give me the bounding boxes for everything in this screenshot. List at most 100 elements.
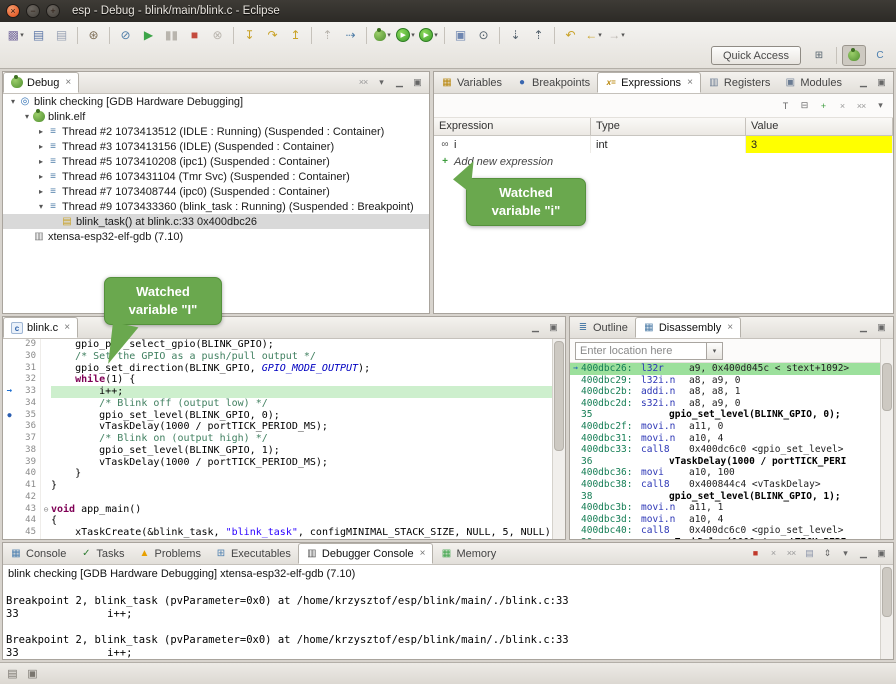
resume-icon[interactable]: ▶ bbox=[138, 25, 159, 46]
console-output[interactable]: Breakpoint 2, blink_task (pvParameter=0x… bbox=[3, 582, 880, 659]
code-line[interactable]: 31 gpio_set_direction(BLINK_GPIO, GPIO_M… bbox=[3, 363, 552, 375]
code-line[interactable]: 38 gpio_set_level(BLINK_GPIO, 1); bbox=[3, 445, 552, 457]
console-scrollbar[interactable] bbox=[880, 565, 893, 659]
new-wizard-icon[interactable]: ▩▾ bbox=[5, 25, 26, 46]
editor-scrollbar[interactable] bbox=[552, 339, 565, 539]
expression-row[interactable]: ∞iint3 bbox=[434, 136, 893, 153]
suspend-icon[interactable]: ▮▮ bbox=[161, 25, 182, 46]
expander-icon[interactable]: ▾ bbox=[35, 202, 47, 211]
add-expression-icon[interactable]: + bbox=[815, 98, 831, 114]
trim-widget-icon[interactable]: ▣ bbox=[24, 666, 40, 682]
tab-variables[interactable]: ▦Variables bbox=[434, 72, 509, 93]
fold-marker-icon[interactable]: ⊖ bbox=[40, 504, 51, 516]
quick-access-button[interactable]: Quick Access bbox=[711, 46, 801, 65]
code-line[interactable]: 37 /* Blink on (output high) */ bbox=[3, 433, 552, 445]
step-return-icon[interactable]: ↥ bbox=[285, 25, 306, 46]
maximize-button[interactable]: + bbox=[46, 4, 60, 18]
disassembly-row[interactable]: 35gpio_set_level(BLINK_GPIO, 0); bbox=[570, 409, 880, 421]
disassembly-row[interactable]: 400dbc29:l32i.na8, a9, 0 bbox=[570, 375, 880, 387]
console-scrollbar-thumb[interactable] bbox=[882, 567, 892, 617]
remove-expression-icon[interactable]: × bbox=[834, 98, 850, 114]
disassembly-row[interactable]: 400dbc3d:movi.na10, 4 bbox=[570, 514, 880, 526]
disassembly-row[interactable]: →400dbc26:l32ra9, 0x400d045c < stext+109… bbox=[570, 363, 880, 375]
forward-icon[interactable]: →▾ bbox=[606, 25, 627, 46]
code-line[interactable]: 29 gpio_pad_select_gpio(BLINK_GPIO); bbox=[3, 339, 552, 351]
close-icon[interactable]: × bbox=[65, 77, 71, 88]
expander-icon[interactable]: ▾ bbox=[21, 112, 33, 121]
disassembly-row[interactable]: 38gpio_set_level(BLINK_GPIO, 1); bbox=[570, 491, 880, 503]
view-menu-icon[interactable]: ▾ bbox=[872, 98, 888, 114]
code-line[interactable]: 41} bbox=[3, 480, 552, 492]
build-icon[interactable]: ⊛ bbox=[83, 25, 104, 46]
tab-executables[interactable]: ⊞Executables bbox=[208, 543, 298, 564]
tree-item[interactable]: ▾≡Thread #9 1073433360 (blink_task : Run… bbox=[3, 199, 429, 214]
tree-item[interactable]: ▸≡Thread #6 1073431104 (Tmr Svc) (Suspen… bbox=[3, 169, 429, 184]
code-line[interactable]: 42 bbox=[3, 492, 552, 504]
tree-item[interactable]: ▥xtensa-esp32-elf-gdb (7.10) bbox=[3, 229, 429, 244]
save-all-icon[interactable]: ▤ bbox=[51, 25, 72, 46]
minimize-icon[interactable]: ▁ bbox=[527, 319, 543, 335]
new-c-project-icon[interactable]: ▣ bbox=[450, 25, 471, 46]
remove-all-terminated-icon[interactable]: ×× bbox=[355, 74, 371, 90]
close-icon[interactable]: × bbox=[64, 322, 70, 333]
expander-icon[interactable]: ▸ bbox=[35, 172, 47, 181]
disassembly-row[interactable]: 400dbc2f:movi.na11, 0 bbox=[570, 421, 880, 433]
disassembly-scrollbar-thumb[interactable] bbox=[882, 363, 892, 411]
run-icon[interactable]: ▶▾ bbox=[395, 25, 416, 46]
drop-to-frame-icon[interactable]: ⇡ bbox=[317, 25, 338, 46]
remove-all-expressions-icon[interactable]: ×× bbox=[853, 98, 869, 114]
disassembly-row[interactable]: 400dbc38:call80x400844c4 <vTaskDelay> bbox=[570, 479, 880, 491]
tab-debugger-console[interactable]: ▥Debugger Console× bbox=[298, 543, 434, 564]
fast-view-bar-icon[interactable]: ▤ bbox=[4, 666, 20, 682]
close-icon[interactable]: × bbox=[420, 548, 426, 559]
code-line[interactable]: 40 } bbox=[3, 468, 552, 480]
location-dropdown-icon[interactable]: ▾ bbox=[707, 342, 723, 360]
tab-blink-c[interactable]: c blink.c × bbox=[3, 317, 78, 338]
disassembly-row[interactable]: 400dbc40:call80x400dc6c0 <gpio_set_level… bbox=[570, 525, 880, 537]
disassembly-row[interactable]: 39vTaskDelay(1000 / portTICK_PERI bbox=[570, 537, 880, 539]
external-tools-icon[interactable]: ▶▾ bbox=[418, 25, 439, 46]
maximize-icon[interactable]: ▣ bbox=[873, 74, 889, 90]
last-edit-location-icon[interactable]: ↶ bbox=[560, 25, 581, 46]
disassembly-scrollbar[interactable] bbox=[880, 339, 893, 539]
remove-all-launches-icon[interactable]: ×× bbox=[783, 545, 799, 561]
disassembly-row[interactable]: 400dbc2d:s32i.na8, a9, 0 bbox=[570, 398, 880, 410]
remove-launch-icon[interactable]: × bbox=[765, 545, 781, 561]
c-cpp-perspective-button[interactable]: C bbox=[868, 45, 892, 66]
expander-icon[interactable]: ▸ bbox=[35, 127, 47, 136]
step-into-icon[interactable]: ↧ bbox=[239, 25, 260, 46]
editor-scrollbar-thumb[interactable] bbox=[554, 341, 564, 451]
tree-item[interactable]: ▸≡Thread #5 1073410208 (ipc1) (Suspended… bbox=[3, 154, 429, 169]
minimize-icon[interactable]: ▁ bbox=[391, 74, 407, 90]
previous-annotation-icon[interactable]: ⇡ bbox=[528, 25, 549, 46]
code-line[interactable]: 36 vTaskDelay(1000 / portTICK_PERIOD_MS)… bbox=[3, 421, 552, 433]
breakpoint-icon[interactable]: ● bbox=[3, 410, 16, 422]
tab-expressions[interactable]: x=Expressions× bbox=[597, 72, 701, 93]
tab-tasks[interactable]: ✓Tasks bbox=[73, 543, 131, 564]
close-button[interactable]: × bbox=[6, 4, 20, 18]
maximize-icon[interactable]: ▣ bbox=[873, 319, 889, 335]
tab-memory[interactable]: ▦Memory bbox=[433, 543, 503, 564]
clear-console-icon[interactable]: ▤ bbox=[801, 545, 817, 561]
terminate-icon[interactable]: ■ bbox=[184, 25, 205, 46]
open-perspective-icon[interactable]: ⊞ bbox=[807, 45, 831, 66]
code-line[interactable]: 30 /* Set the GPIO as a push/pull output… bbox=[3, 351, 552, 363]
expander-icon[interactable]: ▸ bbox=[35, 187, 47, 196]
minimize-icon[interactable]: ▁ bbox=[855, 319, 871, 335]
tree-item[interactable]: ▤blink_task() at blink.c:33 0x400dbc26 bbox=[3, 214, 429, 229]
tree-item[interactable]: ▾◎blink checking [GDB Hardware Debugging… bbox=[3, 94, 429, 109]
disassembly-row[interactable]: 400dbc3b:movi.na11, 1 bbox=[570, 502, 880, 514]
close-icon[interactable]: × bbox=[727, 322, 733, 333]
code-line[interactable]: →33 i++; bbox=[3, 386, 552, 398]
code-line[interactable]: 32 while(1) { bbox=[3, 374, 552, 386]
code-line[interactable]: ●35 gpio_set_level(BLINK_GPIO, 0); bbox=[3, 410, 552, 422]
tab-problems[interactable]: ▲Problems bbox=[131, 543, 207, 564]
minimize-icon[interactable]: ▁ bbox=[855, 74, 871, 90]
terminate-icon[interactable]: ■ bbox=[747, 545, 763, 561]
expander-icon[interactable]: ▾ bbox=[7, 97, 19, 106]
tab-debug[interactable]: Debug × bbox=[3, 72, 79, 93]
expander-icon[interactable]: ▸ bbox=[35, 142, 47, 151]
disassembly-row[interactable]: 400dbc36:movia10, 100 bbox=[570, 467, 880, 479]
show-type-names-icon[interactable]: T bbox=[777, 98, 793, 114]
next-annotation-icon[interactable]: ⇣ bbox=[505, 25, 526, 46]
